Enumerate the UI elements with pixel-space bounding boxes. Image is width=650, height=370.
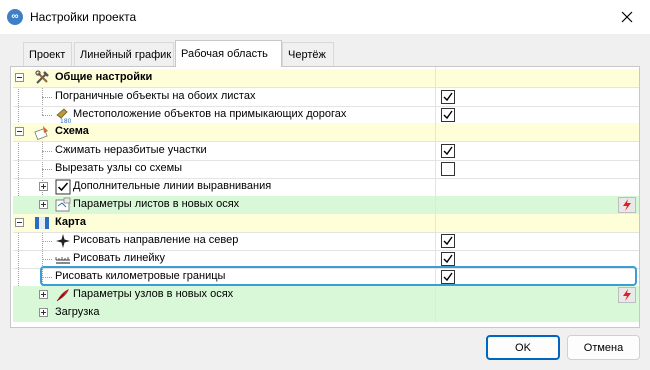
checkmark-icon xyxy=(443,146,453,156)
row-load[interactable]: Загрузка xyxy=(13,304,639,322)
tab-linear-graph[interactable]: Линейный график xyxy=(74,42,174,66)
feather-icon xyxy=(56,289,69,302)
checkmark-icon xyxy=(443,254,453,264)
row-label: Параметры узлов в новых осях xyxy=(73,288,234,300)
row-compress-sections[interactable]: Сжимать неразбитые участки xyxy=(13,142,639,160)
group-map-label: Карта xyxy=(55,216,87,228)
close-icon xyxy=(621,11,633,23)
tab-project[interactable]: Проект xyxy=(23,42,72,66)
expand-toggle[interactable] xyxy=(39,182,48,191)
selection-focus-frame xyxy=(40,266,637,286)
window-title: Настройки проекта xyxy=(30,10,137,24)
group-general-label: Общие настройки xyxy=(55,71,153,83)
collapse-toggle[interactable] xyxy=(15,127,24,136)
apply-lightning-button[interactable] xyxy=(618,287,636,303)
row-label: Сжимать неразбитые участки xyxy=(55,144,207,156)
row-border-objects[interactable]: Пограничные объекты на обоих листах xyxy=(13,88,639,106)
app-logo-icon: ∞ xyxy=(7,9,23,25)
row-extra-alignment-lines[interactable]: Дополнительные линии выравнивания xyxy=(13,178,639,196)
row-label: Рисовать направление на север xyxy=(73,234,239,246)
row-label: Местоположение объектов на примыкающих д… xyxy=(73,108,347,120)
road-object-icon: 180 xyxy=(56,108,71,123)
checkmark-icon xyxy=(443,110,453,120)
row-node-params-new-axes[interactable]: Параметры узлов в новых осях xyxy=(13,286,639,304)
group-scheme-label: Схема xyxy=(55,125,89,137)
row-sheet-params-new-axes[interactable]: Параметры листов в новых осях xyxy=(13,196,639,214)
tab-workspace[interactable]: Рабочая область xyxy=(175,40,282,67)
tools-icon xyxy=(35,70,49,84)
row-cut-nodes[interactable]: Вырезать узлы со схемы xyxy=(13,160,639,178)
cancel-button[interactable]: Отмена xyxy=(567,335,640,360)
row-label: Пограничные объекты на обоих листах xyxy=(55,90,256,102)
checkmark-icon xyxy=(443,236,453,246)
title-bar: ∞ Настройки проекта xyxy=(0,0,650,34)
expand-toggle[interactable] xyxy=(39,200,48,209)
map-icon xyxy=(35,217,49,229)
scheme-icon xyxy=(34,126,48,140)
group-map[interactable]: Карта xyxy=(13,214,639,232)
collapse-toggle[interactable] xyxy=(15,218,24,227)
row-label: Загрузка xyxy=(55,306,100,318)
row-label: Параметры листов в новых осях xyxy=(73,198,240,210)
group-general[interactable]: Общие настройки xyxy=(13,69,639,87)
checkbox-north-direction[interactable] xyxy=(441,234,455,248)
row-label: Дополнительные линии выравнивания xyxy=(73,180,272,192)
row-north-direction[interactable]: Рисовать направление на север xyxy=(13,232,639,250)
ok-button[interactable]: OK xyxy=(486,335,560,360)
row-label: Рисовать линейку xyxy=(73,252,165,264)
lightning-icon xyxy=(623,289,631,301)
apply-lightning-button[interactable] xyxy=(618,197,636,213)
checkmark-box-icon xyxy=(55,179,71,195)
sheets-icon xyxy=(55,197,71,212)
tab-drawing[interactable]: Чертёж xyxy=(282,42,334,66)
collapse-toggle[interactable] xyxy=(15,73,24,82)
row-label: Вырезать узлы со схемы xyxy=(55,162,183,174)
checkbox-draw-ruler[interactable] xyxy=(441,252,455,266)
checkbox-compress-sections[interactable] xyxy=(441,144,455,158)
expand-toggle[interactable] xyxy=(39,308,48,317)
ruler-icon xyxy=(55,257,70,264)
checkbox-cut-nodes[interactable] xyxy=(441,162,455,176)
checkbox-adjacent-roads[interactable] xyxy=(441,108,455,122)
close-button[interactable] xyxy=(604,0,650,34)
checkmark-icon xyxy=(443,92,453,102)
settings-tree: Общие настройки Пограничные объекты на о… xyxy=(10,66,640,328)
row-adjacent-roads[interactable]: 180 Местоположение объектов на примыкающ… xyxy=(13,106,639,124)
checkbox-border-objects[interactable] xyxy=(441,90,455,104)
compass-icon xyxy=(56,234,70,248)
lightning-icon xyxy=(623,199,631,211)
group-scheme[interactable]: Схема xyxy=(13,123,639,141)
expand-toggle[interactable] xyxy=(39,290,48,299)
